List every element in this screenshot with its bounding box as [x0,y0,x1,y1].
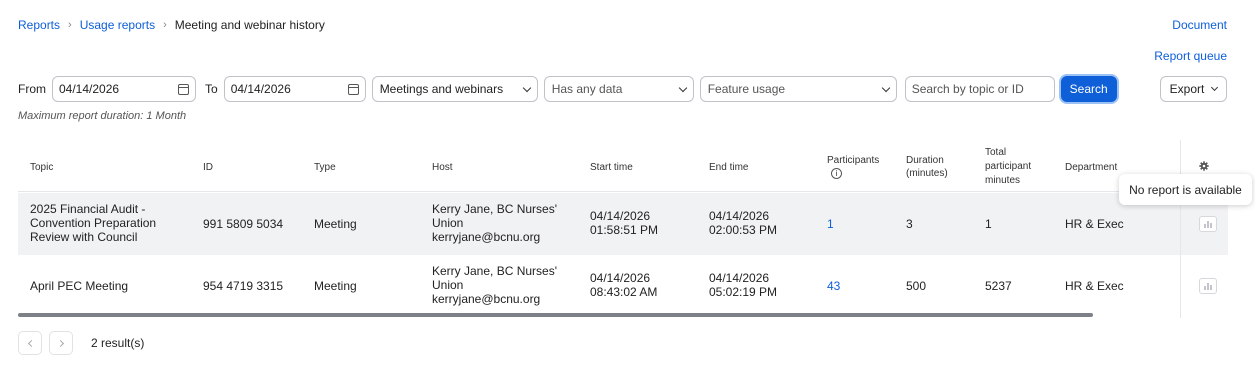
row-duration: 3 [906,217,913,231]
from-date-input[interactable]: 04/14/2026 [52,76,196,102]
end-date: 04/14/2026 [709,271,770,285]
row-total-minutes: 5237 [985,279,1012,293]
row-end-time: 04/14/2026 02:00:53 PM [709,209,777,237]
data-filter-select[interactable]: Has any data [543,76,694,102]
row-total-minutes: 1 [985,217,992,231]
from-label: From [18,82,46,96]
end-clock: 02:00:53 PM [709,223,778,237]
header-type: Type [314,162,336,173]
row-topic: April PEC Meeting [30,279,129,293]
breadcrumb-separator-icon: › [68,19,72,31]
no-report-tooltip: No report is available [1119,174,1252,205]
host-org: Union [432,278,464,292]
report-queue-link[interactable]: Report queue [1154,49,1227,63]
header-department: Department [1065,162,1118,173]
table-row[interactable]: 2025 Financial Audit - Convention Prepar… [18,193,1228,255]
row-id: 954 4719 3315 [203,279,284,293]
header-duration-line1: Duration [906,155,944,166]
breadcrumb-current: Meeting and webinar history [174,18,325,32]
search-button[interactable]: Search [1060,76,1117,102]
row-host: Kerry Jane, BC Nurses' Union kerryjane@b… [432,202,557,244]
data-filter-value: Has any data [551,82,623,96]
header-total-line3: minutes [985,175,1021,186]
row-id: 991 5809 5034 [203,217,284,231]
end-clock: 05:02:19 PM [709,285,778,299]
participants-link[interactable]: 43 [827,279,840,293]
start-date: 04/14/2026 [590,209,651,223]
breadcrumb-usage-reports-link[interactable]: Usage reports [80,18,155,32]
chevron-left-icon [27,339,35,347]
feature-usage-placeholder: Feature usage [707,82,786,96]
topic-line: Review with Council [30,230,138,244]
chevron-down-icon [1211,83,1219,92]
topic-line: 2025 Financial Audit - [30,202,146,216]
export-label: Export [1169,82,1205,96]
row-topic: 2025 Financial Audit - Convention Prepar… [30,202,156,244]
participants-link[interactable]: 1 [827,217,834,231]
row-type: Meeting [314,279,357,293]
info-icon[interactable]: i [831,168,842,179]
row-start-time: 04/14/2026 08:43:02 AM [590,271,657,299]
host-email: kerryjane@bcnu.org [432,230,541,244]
to-label: To [205,82,218,96]
header-id: ID [203,162,213,173]
start-clock: 08:43:02 AM [590,285,658,299]
row-department: HR & Exec [1065,279,1124,293]
filter-bar: From 04/14/2026 To 04/14/2026 Meetings a… [18,76,1117,102]
calendar-icon[interactable] [347,83,359,95]
breadcrumb: Reports › Usage reports › Meeting and we… [18,18,325,32]
start-clock: 01:58:51 PM [590,223,659,237]
bar-chart-icon[interactable] [1199,278,1217,294]
row-department: HR & Exec [1065,217,1124,231]
header-end-time: End time [709,162,749,173]
header-host: Host [432,162,453,173]
row-end-time: 04/14/2026 05:02:19 PM [709,271,777,299]
from-date-value: 04/14/2026 [59,82,120,96]
start-date: 04/14/2026 [590,271,651,285]
results-count: 2 result(s) [91,336,145,350]
header-participants: Participants [827,155,880,166]
row-type: Meeting [314,217,357,231]
export-button[interactable]: Export [1160,76,1227,102]
header-duration-line2: (minutes) [906,168,948,179]
host-name: Kerry Jane, BC Nurses' [432,202,557,216]
breadcrumb-separator-icon: › [163,19,167,31]
header-start-time: Start time [590,162,633,173]
breadcrumb-reports-link[interactable]: Reports [18,18,60,32]
bar-chart-icon[interactable] [1199,216,1217,232]
history-table: Topic ID Type Host Start time End time P… [18,140,1228,318]
next-page-button[interactable] [49,331,73,355]
max-duration-note: Maximum report duration: 1 Month [18,110,187,122]
host-email: kerryjane@bcnu.org [432,292,541,306]
host-name: Kerry Jane, BC Nurses' [432,264,557,278]
end-date: 04/14/2026 [709,209,770,223]
chevron-down-icon [522,83,531,92]
host-org: Union [432,216,464,230]
chevron-down-icon [881,83,890,92]
gear-icon[interactable] [1199,161,1209,171]
search-input[interactable] [904,76,1055,102]
topic-line: Convention Preparation [30,216,157,230]
chevron-right-icon [56,339,64,347]
horizontal-scrollbar[interactable] [18,313,1093,317]
header-total-line1: Total [985,147,1007,158]
to-date-value: 04/14/2026 [230,82,291,96]
table-row[interactable]: April PEC Meeting 954 4719 3315 Meeting … [18,255,1228,317]
pagination: 2 result(s) [18,331,144,355]
row-host: Kerry Jane, BC Nurses' Union kerryjane@b… [432,264,557,306]
previous-page-button[interactable] [18,331,42,355]
header-total-line2: participant [985,161,1032,172]
chevron-down-icon [678,83,687,92]
table-header: Topic ID Type Host Start time End time P… [18,140,1228,192]
header-topic: Topic [30,162,54,173]
row-start-time: 04/14/2026 01:58:51 PM [590,209,658,237]
to-date-input[interactable]: 04/14/2026 [223,76,366,102]
row-duration: 500 [906,279,927,293]
feature-usage-select[interactable]: Feature usage [699,76,897,102]
document-link[interactable]: Document [1172,18,1227,32]
meeting-type-value: Meetings and webinars [379,82,504,96]
meeting-type-select[interactable]: Meetings and webinars [371,76,538,102]
calendar-icon[interactable] [178,83,189,95]
